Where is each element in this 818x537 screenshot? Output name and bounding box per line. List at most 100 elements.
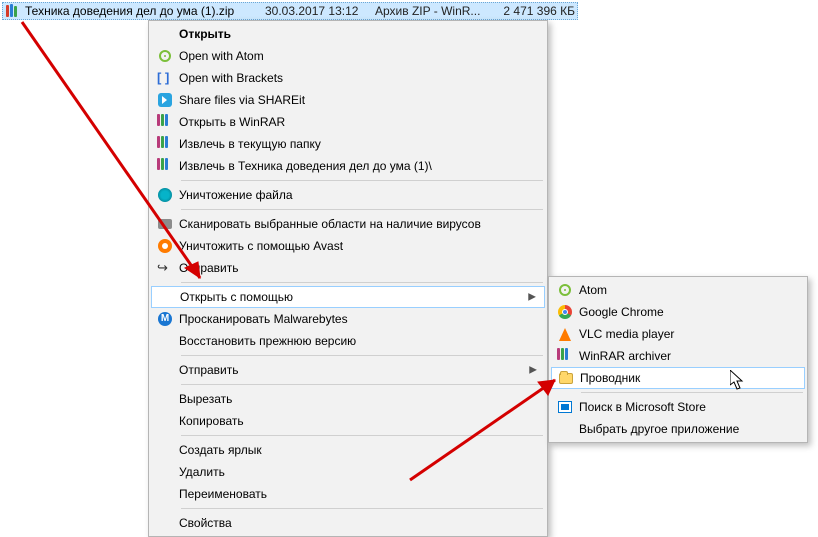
blank-icon	[551, 418, 579, 440]
menu-open-winrar[interactable]: Открыть в WinRAR	[151, 111, 545, 133]
menu-rename[interactable]: Переименовать	[151, 483, 545, 505]
blank-icon	[151, 410, 179, 432]
menu-restore-label: Восстановить прежнюю версию	[179, 334, 517, 348]
file-row-selected[interactable]: Техника доведения дел до ума (1).zip 30.…	[2, 2, 578, 20]
submenu-store[interactable]: Поиск в Microsoft Store	[551, 396, 805, 418]
separator	[181, 435, 543, 436]
submenu-vlc[interactable]: VLC media player	[551, 323, 805, 345]
explorer-icon	[552, 367, 580, 389]
winrar-icon	[151, 133, 179, 155]
menu-shortcut-label: Создать ярлык	[179, 443, 517, 457]
menu-cut-label: Вырезать	[179, 392, 517, 406]
submenu-choose-label: Выбрать другое приложение	[579, 422, 777, 436]
iobit-icon	[151, 184, 179, 206]
menu-shareit-label: Share files via SHAREit	[179, 93, 517, 107]
separator	[181, 209, 543, 210]
blank-icon	[151, 23, 179, 45]
file-size: 2 471 396 КБ	[485, 4, 575, 18]
submenu-explorer-label: Проводник	[580, 371, 776, 385]
menu-open[interactable]: Открыть	[151, 23, 545, 45]
submenu-explorer[interactable]: Проводник	[551, 367, 805, 389]
file-name: Техника доведения дел до ума (1).zip	[25, 4, 265, 18]
winrar-archive-icon	[5, 3, 21, 19]
submenu-winrar[interactable]: WinRAR archiver	[551, 345, 805, 367]
menu-share[interactable]: ↪ Отправить	[151, 257, 545, 279]
blank-icon	[151, 330, 179, 352]
menu-open-with-label: Открыть с помощью	[180, 290, 516, 304]
submenu-arrow-icon: ▶	[529, 365, 537, 376]
submenu-choose-app[interactable]: Выбрать другое приложение	[551, 418, 805, 440]
blank-icon	[152, 286, 180, 308]
blank-icon	[151, 388, 179, 410]
menu-open-winrar-label: Открыть в WinRAR	[179, 115, 517, 129]
blank-icon	[151, 483, 179, 505]
winrar-icon	[151, 111, 179, 133]
menu-extract-here[interactable]: Извлечь в текущую папку	[151, 133, 545, 155]
menu-iobit-shred[interactable]: Уничтожение файла	[151, 184, 545, 206]
share-icon: ↪	[151, 257, 179, 279]
scan-icon	[151, 213, 179, 235]
menu-extract-to[interactable]: Извлечь в Техника доведения дел до ума (…	[151, 155, 545, 177]
vlc-icon	[551, 323, 579, 345]
submenu-atom-label: Atom	[579, 283, 777, 297]
separator	[181, 180, 543, 181]
separator	[181, 508, 543, 509]
menu-open-label: Открыть	[179, 27, 517, 41]
submenu-winrar-label: WinRAR archiver	[579, 349, 777, 363]
menu-extract-here-label: Извлечь в текущую папку	[179, 137, 517, 151]
separator	[581, 392, 803, 393]
separator	[181, 384, 543, 385]
menu-delete-label: Удалить	[179, 465, 517, 479]
menu-open-brackets[interactable]: [ ] Open with Brackets	[151, 67, 545, 89]
menu-properties[interactable]: Свойства	[151, 512, 545, 534]
menu-open-atom-label: Open with Atom	[179, 49, 517, 63]
menu-scan-virus[interactable]: Сканировать выбранные области на наличие…	[151, 213, 545, 235]
menu-rename-label: Переименовать	[179, 487, 517, 501]
winrar-icon	[151, 155, 179, 177]
file-date: 30.03.2017 13:12	[265, 4, 375, 18]
separator	[181, 282, 543, 283]
menu-extract-to-label: Извлечь в Техника доведения дел до ума (…	[179, 159, 517, 173]
menu-properties-label: Свойства	[179, 516, 517, 530]
blank-icon	[151, 461, 179, 483]
chrome-icon	[551, 301, 579, 323]
submenu-chrome[interactable]: Google Chrome	[551, 301, 805, 323]
open-with-submenu: Atom Google Chrome VLC media player WinR…	[548, 276, 808, 443]
menu-restore-version[interactable]: Восстановить прежнюю версию	[151, 330, 545, 352]
menu-mwb-label: Просканировать Malwarebytes	[179, 312, 517, 326]
separator	[181, 355, 543, 356]
submenu-store-label: Поиск в Microsoft Store	[579, 400, 777, 414]
menu-open-with[interactable]: Открыть с помощью ▶	[151, 286, 545, 308]
menu-malwarebytes[interactable]: M Просканировать Malwarebytes	[151, 308, 545, 330]
file-type: Архив ZIP - WinR...	[375, 4, 485, 18]
blank-icon	[151, 359, 179, 381]
context-menu: Открыть Open with Atom [ ] Open with Bra…	[148, 20, 548, 537]
menu-send-to[interactable]: Отправить ▶	[151, 359, 545, 381]
menu-send-to-label: Отправить	[179, 363, 517, 377]
blank-icon	[151, 439, 179, 461]
avast-icon	[151, 235, 179, 257]
menu-copy[interactable]: Копировать	[151, 410, 545, 432]
submenu-chrome-label: Google Chrome	[579, 305, 777, 319]
menu-copy-label: Копировать	[179, 414, 517, 428]
submenu-atom[interactable]: Atom	[551, 279, 805, 301]
menu-open-atom[interactable]: Open with Atom	[151, 45, 545, 67]
menu-avast-label: Уничтожить с помощью Avast	[179, 239, 517, 253]
submenu-arrow-icon: ▶	[528, 292, 536, 303]
blank-icon	[151, 512, 179, 534]
winrar-icon	[551, 345, 579, 367]
shareit-icon	[151, 89, 179, 111]
menu-open-brackets-label: Open with Brackets	[179, 71, 517, 85]
brackets-icon: [ ]	[151, 67, 179, 89]
menu-create-shortcut[interactable]: Создать ярлык	[151, 439, 545, 461]
menu-scan-label: Сканировать выбранные области на наличие…	[179, 217, 517, 231]
malwarebytes-icon: M	[151, 308, 179, 330]
atom-icon	[151, 45, 179, 67]
menu-avast-shred[interactable]: Уничтожить с помощью Avast	[151, 235, 545, 257]
submenu-vlc-label: VLC media player	[579, 327, 777, 341]
menu-iobit-label: Уничтожение файла	[179, 188, 517, 202]
ms-store-icon	[551, 396, 579, 418]
menu-cut[interactable]: Вырезать	[151, 388, 545, 410]
menu-delete[interactable]: Удалить	[151, 461, 545, 483]
menu-shareit[interactable]: Share files via SHAREit	[151, 89, 545, 111]
